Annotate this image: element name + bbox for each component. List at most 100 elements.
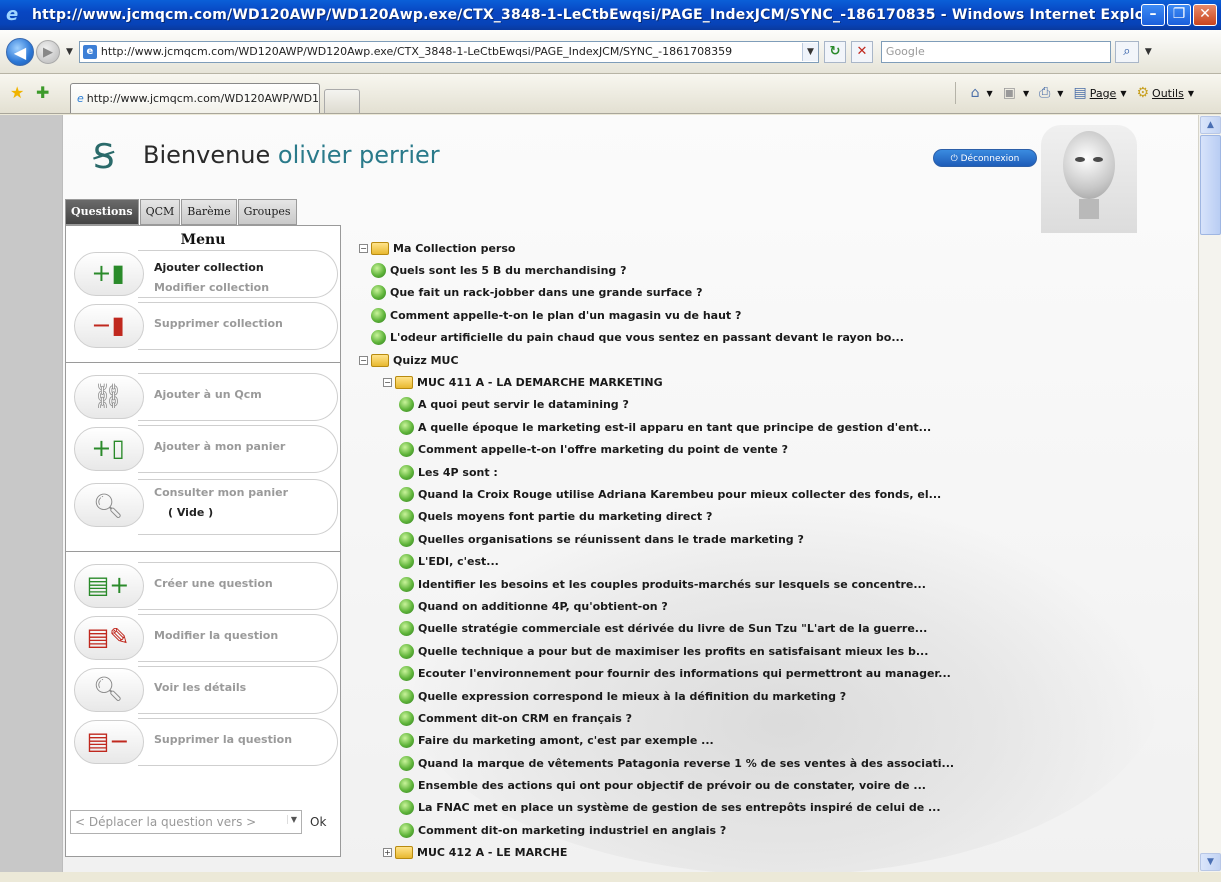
- tree-question[interactable]: Ecouter l'environnement pour fournir des…: [359, 662, 1079, 684]
- tree-question[interactable]: Comment dit-on marketing industriel en a…: [359, 819, 1079, 841]
- refresh-icon[interactable]: ↻: [823, 40, 846, 63]
- page-menu-icon: ▤: [1073, 85, 1087, 101]
- search-icon[interactable]: ⌕: [1114, 40, 1139, 63]
- home-button[interactable]: ⌂ ▼: [971, 85, 993, 101]
- tools-menu[interactable]: ⚙ Outils ▼: [1136, 85, 1194, 101]
- menu-labels: Ajouter à un Qcm: [154, 385, 262, 405]
- view-cart-link[interactable]: Consulter mon panier: [154, 483, 288, 503]
- tree-item-label: Quelle stratégie commerciale est dérivée…: [418, 622, 928, 636]
- minimize-button[interactable]: –: [1141, 4, 1165, 26]
- collapse-icon[interactable]: −: [383, 378, 392, 388]
- tree-folder[interactable]: − MUC 411 A - LA DEMARCHE MARKETING: [359, 371, 1079, 393]
- menu-labels: Voir les détails: [154, 678, 246, 698]
- close-button[interactable]: ✕: [1193, 4, 1217, 26]
- collapse-icon[interactable]: −: [359, 355, 368, 365]
- tree-question[interactable]: Quand la marque de vêtements Patagonia r…: [359, 752, 1079, 774]
- expand-icon[interactable]: +: [383, 848, 392, 858]
- browser-tab[interactable]: ehttp://www.jcmqcm.com/WD120AWP/WD120Awp…: [70, 83, 320, 113]
- tab-groupes[interactable]: Groupes: [237, 199, 297, 225]
- tree-question[interactable]: Quelles organisations se réunissent dans…: [359, 528, 1079, 550]
- add-collection-link[interactable]: Ajouter collection: [154, 258, 269, 278]
- maximize-button[interactable]: ❐: [1167, 4, 1191, 26]
- tree-question[interactable]: Comment appelle-t-on le plan d'un magasi…: [359, 304, 1079, 326]
- tree-question[interactable]: A quelle époque le marketing est-il appa…: [359, 416, 1079, 438]
- url-field[interactable]: e http://www.jcmqcm.com/WD120AWP/WD120Aw…: [78, 40, 819, 63]
- back-button[interactable]: ◀: [6, 37, 34, 66]
- folder-icon: [395, 376, 413, 390]
- scroll-thumb[interactable]: [1200, 135, 1221, 235]
- new-tab-button[interactable]: [324, 89, 360, 113]
- tree-question[interactable]: A quoi peut servir le datamining ?: [359, 394, 1079, 416]
- page-menu[interactable]: ▤ Page ▼: [1073, 85, 1126, 101]
- tree-question[interactable]: Ensemble des actions qui ont pour object…: [359, 774, 1079, 796]
- app-tabs: Questions QCM Barème Groupes: [65, 199, 298, 225]
- question-icon: [371, 285, 386, 301]
- gear-icon: ⚙: [1136, 85, 1150, 101]
- add-to-qcm-link[interactable]: Ajouter à un Qcm: [154, 385, 262, 405]
- collapse-icon[interactable]: −: [359, 243, 368, 253]
- tree-item-label: Faire du marketing amont, c'est par exem…: [418, 734, 714, 748]
- tree-question[interactable]: Faire du marketing amont, c'est par exem…: [359, 730, 1079, 752]
- create-question-link[interactable]: Créer une question: [154, 574, 273, 594]
- url-dropdown-icon[interactable]: ▼: [801, 42, 818, 61]
- edit-question-link[interactable]: Modifier la question: [154, 626, 278, 646]
- delete-question-link[interactable]: Supprimer la question: [154, 730, 292, 750]
- delete-collection-link[interactable]: Supprimer collection: [154, 314, 283, 334]
- ok-button[interactable]: Ok: [310, 815, 326, 829]
- tree-folder[interactable]: + MUC 412 A - LE MARCHE: [359, 842, 1079, 864]
- tab-bareme[interactable]: Barème: [181, 199, 237, 225]
- add-to-cart-icon: +▯: [91, 434, 125, 462]
- tree-question[interactable]: Identifier les besoins et les couples pr…: [359, 573, 1079, 595]
- question-icon: [399, 598, 414, 614]
- search-dropdown-icon[interactable]: ▼: [1145, 47, 1152, 57]
- tab-questions[interactable]: Questions: [65, 199, 139, 225]
- tree-question[interactable]: Quelle stratégie commerciale est dérivée…: [359, 618, 1079, 640]
- details-magnifier-icon: 🔍︎: [92, 675, 124, 703]
- tree-question[interactable]: Les 4P sont :: [359, 461, 1079, 483]
- scroll-down-button[interactable]: ▼: [1200, 853, 1221, 871]
- tree-folder[interactable]: − Ma Collection perso: [359, 237, 1079, 259]
- tree-question[interactable]: Quand la Croix Rouge utilise Adriana Kar…: [359, 483, 1079, 505]
- forward-button[interactable]: ▶: [36, 39, 60, 64]
- tree-item-label: MUC 411 A - LA DEMARCHE MARKETING: [417, 376, 663, 390]
- tree-item-label: Quand la marque de vêtements Patagonia r…: [418, 756, 955, 770]
- menu-create-question: ▤+ Créer une question: [66, 560, 340, 612]
- scroll-up-button[interactable]: ▲: [1200, 116, 1221, 134]
- feeds-button[interactable]: ▣ ▼: [1003, 85, 1029, 101]
- stop-icon[interactable]: ✕: [850, 40, 873, 63]
- tree-item-label: Quels moyens font partie du marketing di…: [418, 510, 713, 524]
- tree-item-label: Comment dit-on CRM en français ?: [418, 711, 632, 725]
- view-details-link[interactable]: Voir les détails: [154, 678, 246, 698]
- history-dropdown-icon[interactable]: ▼: [66, 47, 73, 57]
- logout-button[interactable]: ⏻ Déconnexion: [933, 149, 1037, 167]
- page-menu-label: Page: [1089, 86, 1117, 100]
- tree-question[interactable]: Quelle expression correspond le mieux à …: [359, 685, 1079, 707]
- move-question-select[interactable]: < Déplacer la question vers > ▼: [70, 810, 302, 834]
- add-to-cart-link[interactable]: Ajouter à mon panier: [154, 437, 285, 457]
- tree-question[interactable]: Quels sont les 5 B du merchandising ?: [359, 259, 1079, 281]
- add-favorite-icon[interactable]: ✚: [36, 83, 54, 103]
- menu-title: Menu: [180, 232, 226, 248]
- tree-question[interactable]: L'EDI, c'est...: [359, 550, 1079, 572]
- magnifier-icon: 🔍︎: [92, 492, 124, 520]
- tab-qcm[interactable]: QCM: [139, 199, 181, 225]
- tree-question[interactable]: Quels moyens font partie du marketing di…: [359, 506, 1079, 528]
- search-input[interactable]: Google: [880, 40, 1111, 63]
- tree-question[interactable]: Comment dit-on CRM en français ?: [359, 707, 1079, 729]
- tree-item-label: Ma Collection perso: [393, 241, 516, 255]
- question-icon: [399, 822, 414, 838]
- question-icon: [371, 330, 386, 346]
- tree-question[interactable]: Comment appelle-t-on l'offre marketing d…: [359, 439, 1079, 461]
- print-button[interactable]: ⎙ ▼: [1039, 85, 1063, 101]
- tree-question[interactable]: La FNAC met en place un système de gesti…: [359, 797, 1079, 819]
- edit-collection-link[interactable]: Modifier collection: [154, 278, 269, 298]
- vertical-scrollbar[interactable]: ▲ ▼: [1198, 115, 1221, 872]
- tree-folder[interactable]: − Quizz MUC: [359, 349, 1079, 371]
- tree-question[interactable]: Quelle technique a pour but de maximiser…: [359, 640, 1079, 662]
- tree-question[interactable]: Quand on additionne 4P, qu'obtient-on ?: [359, 595, 1079, 617]
- favorites-star-icon[interactable]: ★: [10, 83, 28, 103]
- tree-question[interactable]: L'odeur artificielle du pain chaud que v…: [359, 327, 1079, 349]
- tree-question[interactable]: Que fait un rack-jobber dans une grande …: [359, 282, 1079, 304]
- page-icon: e: [82, 44, 97, 59]
- create-question-icon: ▤+: [86, 571, 130, 599]
